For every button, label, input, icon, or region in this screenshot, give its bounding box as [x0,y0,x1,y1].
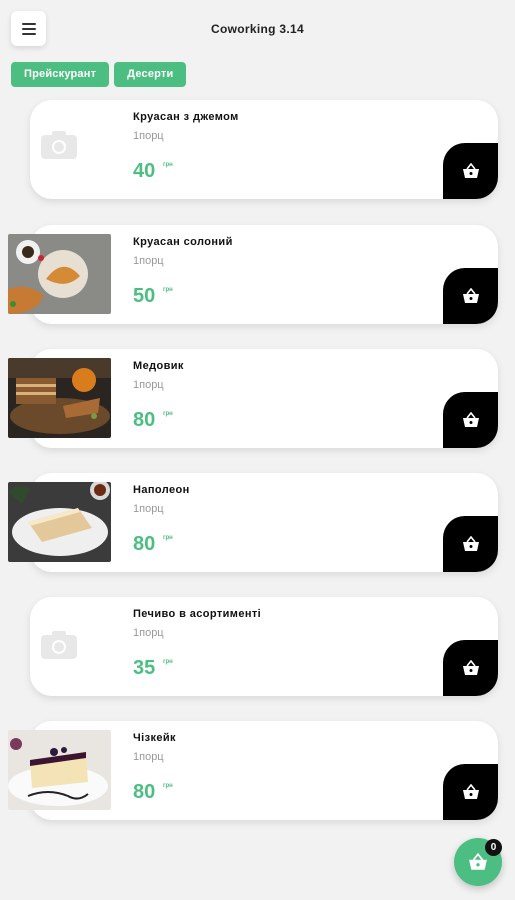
product-image [8,482,111,562]
product-price: 80 [133,781,156,803]
add-to-cart-button[interactable] [443,516,498,572]
basket-icon [462,288,479,303]
product-name: Круасан з джемом [133,111,239,123]
basket-icon [462,412,479,427]
basket-icon [462,536,479,551]
product-portion: 1порц [133,503,164,515]
product-portion: 1порц [133,130,164,142]
product-name: Чізкейк [133,732,176,744]
product-image [8,234,111,314]
product-price: 50 [133,285,156,307]
product-price: 35 [133,657,156,679]
product-price: 40 [133,160,156,182]
product-name: Круасан солоний [133,236,233,248]
product-price: 80 [133,409,156,431]
add-to-cart-button[interactable] [443,268,498,324]
tab-desserts[interactable]: Десерти [114,62,187,87]
tab-price-list[interactable]: Прейскурант [11,62,110,87]
camera-placeholder-icon [41,131,77,159]
product-currency: грн [163,659,173,665]
page-title: Coworking 3.14 [211,22,304,36]
basket-icon [462,660,479,675]
product-card[interactable] [30,100,498,199]
product-name: Наполеон [133,484,190,496]
basket-icon [462,163,479,178]
product-portion: 1порц [133,379,164,391]
product-name: Печиво в асортименті [133,608,262,620]
product-price: 80 [133,533,156,555]
product-portion: 1порц [133,255,164,267]
cart-count-badge: 0 [485,839,502,856]
product-currency: грн [163,535,173,541]
add-to-cart-button[interactable] [443,392,498,448]
basket-icon [469,853,487,870]
product-image [8,358,111,438]
camera-placeholder-icon [41,631,77,659]
product-image [8,730,111,810]
add-to-cart-button[interactable] [443,764,498,820]
add-to-cart-button[interactable] [443,143,498,199]
product-name: Медовик [133,360,184,372]
product-currency: грн [163,162,173,168]
product-card[interactable] [30,597,498,696]
product-currency: грн [163,411,173,417]
product-currency: грн [163,287,173,293]
category-tabs: Прейскурант Десерти [11,62,187,87]
product-portion: 1порц [133,751,164,763]
basket-icon [462,784,479,799]
product-currency: грн [163,783,173,789]
product-portion: 1порц [133,627,164,639]
add-to-cart-button[interactable] [443,640,498,696]
